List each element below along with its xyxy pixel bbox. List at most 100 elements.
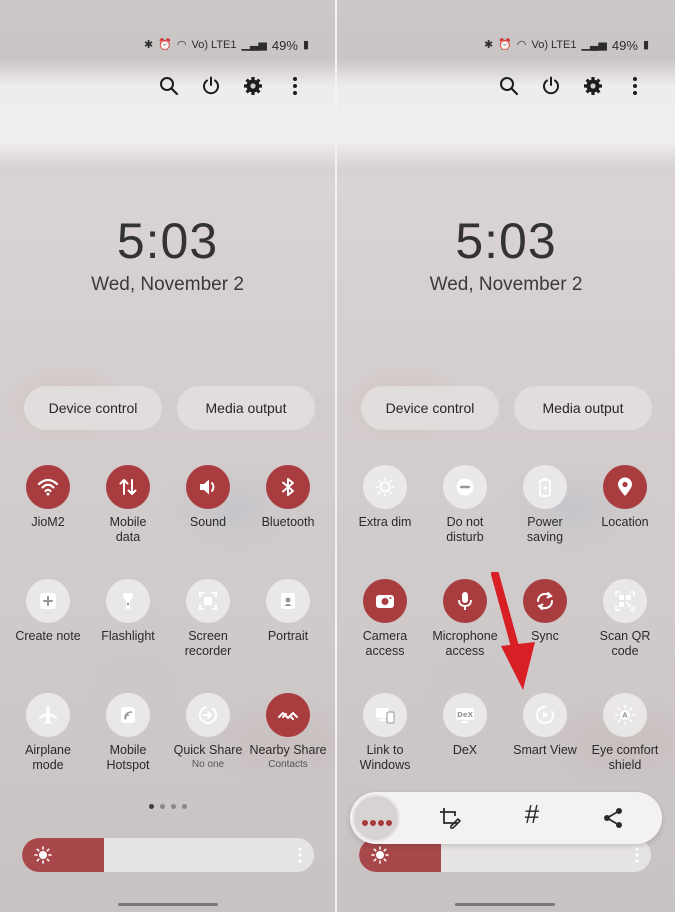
quick-tile[interactable]: Create note <box>8 579 88 693</box>
tile-toggle[interactable] <box>186 579 230 623</box>
device-control-button[interactable]: Device control <box>361 386 499 430</box>
quick-tile[interactable]: Flashlight <box>88 579 168 693</box>
search-button[interactable] <box>499 74 519 98</box>
tile-toggle[interactable] <box>443 465 487 509</box>
svg-text:A: A <box>622 712 628 720</box>
home-indicator[interactable] <box>118 903 218 906</box>
media-output-button[interactable]: Media output <box>177 386 315 430</box>
tile-label: Create note <box>15 629 81 643</box>
bluetooth-status-icon: ✱ <box>143 39 154 51</box>
quick-tile[interactable]: Smart View <box>505 693 585 807</box>
brightness-slider[interactable] <box>22 838 314 872</box>
quick-tile[interactable]: A Eye comfort shield <box>585 693 665 807</box>
quick-tile[interactable]: Do not disturb <box>425 465 505 579</box>
bluetooth-status-icon: ✱ <box>483 39 494 51</box>
quick-tile[interactable]: Nearby Share Contacts <box>248 693 328 807</box>
tile-toggle[interactable] <box>186 693 230 737</box>
crop-edit-button[interactable] <box>438 806 462 830</box>
gear-icon <box>584 77 602 95</box>
hashtag-icon: # <box>524 798 540 829</box>
page-dot <box>181 804 187 809</box>
quick-tile[interactable]: Airplane mode <box>8 693 88 807</box>
power-button[interactable] <box>201 74 221 98</box>
tile-toggle[interactable] <box>363 579 407 623</box>
tile-toggle[interactable] <box>26 693 70 737</box>
quick-tile[interactable]: Sound <box>168 465 248 579</box>
tile-toggle[interactable] <box>106 579 150 623</box>
quick-tile[interactable]: Quick Share No one <box>168 693 248 807</box>
quick-panel-left: ✱ ⏰ ◠ Vo) LTE1 ▁▃▅ 49% ▮ 5:03 Wed, Novem… <box>0 0 335 912</box>
tile-toggle[interactable] <box>363 693 407 737</box>
power-icon <box>543 76 559 95</box>
portrait-icon <box>281 593 295 609</box>
tile-label: Power saving <box>526 515 564 544</box>
tile-toggle[interactable] <box>26 465 70 509</box>
tile-toggle[interactable] <box>106 693 150 737</box>
share-button[interactable] <box>601 806 625 830</box>
tile-toggle[interactable]: A <box>603 693 647 737</box>
tag-button[interactable]: # <box>520 799 544 829</box>
screenshot-thumbnail[interactable] <box>352 794 400 842</box>
tile-label: Location <box>601 515 649 529</box>
home-indicator[interactable] <box>455 903 555 906</box>
battery-percent: 49% <box>611 38 638 53</box>
tile-toggle[interactable]: DeX <box>443 693 487 737</box>
tile-toggle[interactable] <box>603 465 647 509</box>
microphone-icon <box>458 592 472 610</box>
sound-icon <box>200 479 215 495</box>
battery-icon: ▮ <box>642 39 649 51</box>
tile-label: Flashlight <box>101 629 155 643</box>
quick-tile[interactable]: Mobile data <box>88 465 168 579</box>
quick-tile[interactable]: Bluetooth <box>248 465 328 579</box>
quick-tile[interactable]: Scan QR code <box>585 579 665 693</box>
quick-settings-grid: JioM2 Mobile data Sound Bluetooth Create not… <box>8 465 328 807</box>
date: Wed, November 2 <box>429 274 583 295</box>
quick-tile[interactable]: Link to Windows <box>345 693 425 807</box>
settings-button[interactable] <box>583 74 603 98</box>
tile-label: Camera access <box>362 629 408 658</box>
quick-tile[interactable]: Camera access <box>345 579 425 693</box>
power-button[interactable] <box>541 74 561 98</box>
media-output-button[interactable]: Media output <box>514 386 652 430</box>
brightness-more-icon <box>298 847 302 863</box>
tile-toggle[interactable] <box>443 579 487 623</box>
tile-toggle[interactable] <box>186 465 230 509</box>
page-indicator <box>0 804 335 809</box>
quick-tile[interactable]: Location <box>585 465 665 579</box>
tile-toggle[interactable] <box>266 465 310 509</box>
tile-toggle[interactable] <box>603 579 647 623</box>
tile-toggle[interactable] <box>266 693 310 737</box>
tile-label: Airplane mode <box>25 743 71 772</box>
tile-toggle[interactable] <box>106 465 150 509</box>
quick-tile[interactable]: JioM2 <box>8 465 88 579</box>
tile-toggle[interactable] <box>523 693 567 737</box>
tile-toggle[interactable] <box>26 579 70 623</box>
more-options-button[interactable] <box>285 74 305 98</box>
clock: 5:03 <box>116 213 219 269</box>
tile-label: Portrait <box>267 629 309 643</box>
mobile-data-icon <box>119 479 137 495</box>
camera-icon <box>376 595 394 608</box>
signal-icon: ▁▃▅ <box>581 39 607 51</box>
tile-label: Link to Windows <box>359 743 411 772</box>
quick-panel-right: ✱ ⏰ ◠ Vo) LTE1 ▁▃▅ 49% ▮ 5:03 Wed, Novem… <box>337 0 675 912</box>
tile-toggle[interactable] <box>266 579 310 623</box>
more-vertical-icon <box>293 77 297 95</box>
quick-tile[interactable]: Screen recorder <box>168 579 248 693</box>
tile-label: Sound <box>189 515 227 529</box>
more-options-button[interactable] <box>625 74 645 98</box>
tile-label: Mobile data <box>109 515 147 544</box>
nearby-share-icon <box>278 712 298 720</box>
quick-tile[interactable]: Mobile Hotspot <box>88 693 168 807</box>
tile-toggle[interactable] <box>523 465 567 509</box>
quick-tile[interactable]: Extra dim <box>345 465 425 579</box>
quick-tile[interactable]: DeX DeX <box>425 693 505 807</box>
create-note-icon <box>40 593 56 609</box>
device-control-button[interactable]: Device control <box>24 386 162 430</box>
tile-toggle[interactable] <box>363 465 407 509</box>
settings-button[interactable] <box>243 74 263 98</box>
search-button[interactable] <box>159 74 179 98</box>
quick-tile[interactable]: Power saving <box>505 465 585 579</box>
quick-tile[interactable]: Portrait <box>248 579 328 693</box>
tile-label: DeX <box>452 743 478 757</box>
